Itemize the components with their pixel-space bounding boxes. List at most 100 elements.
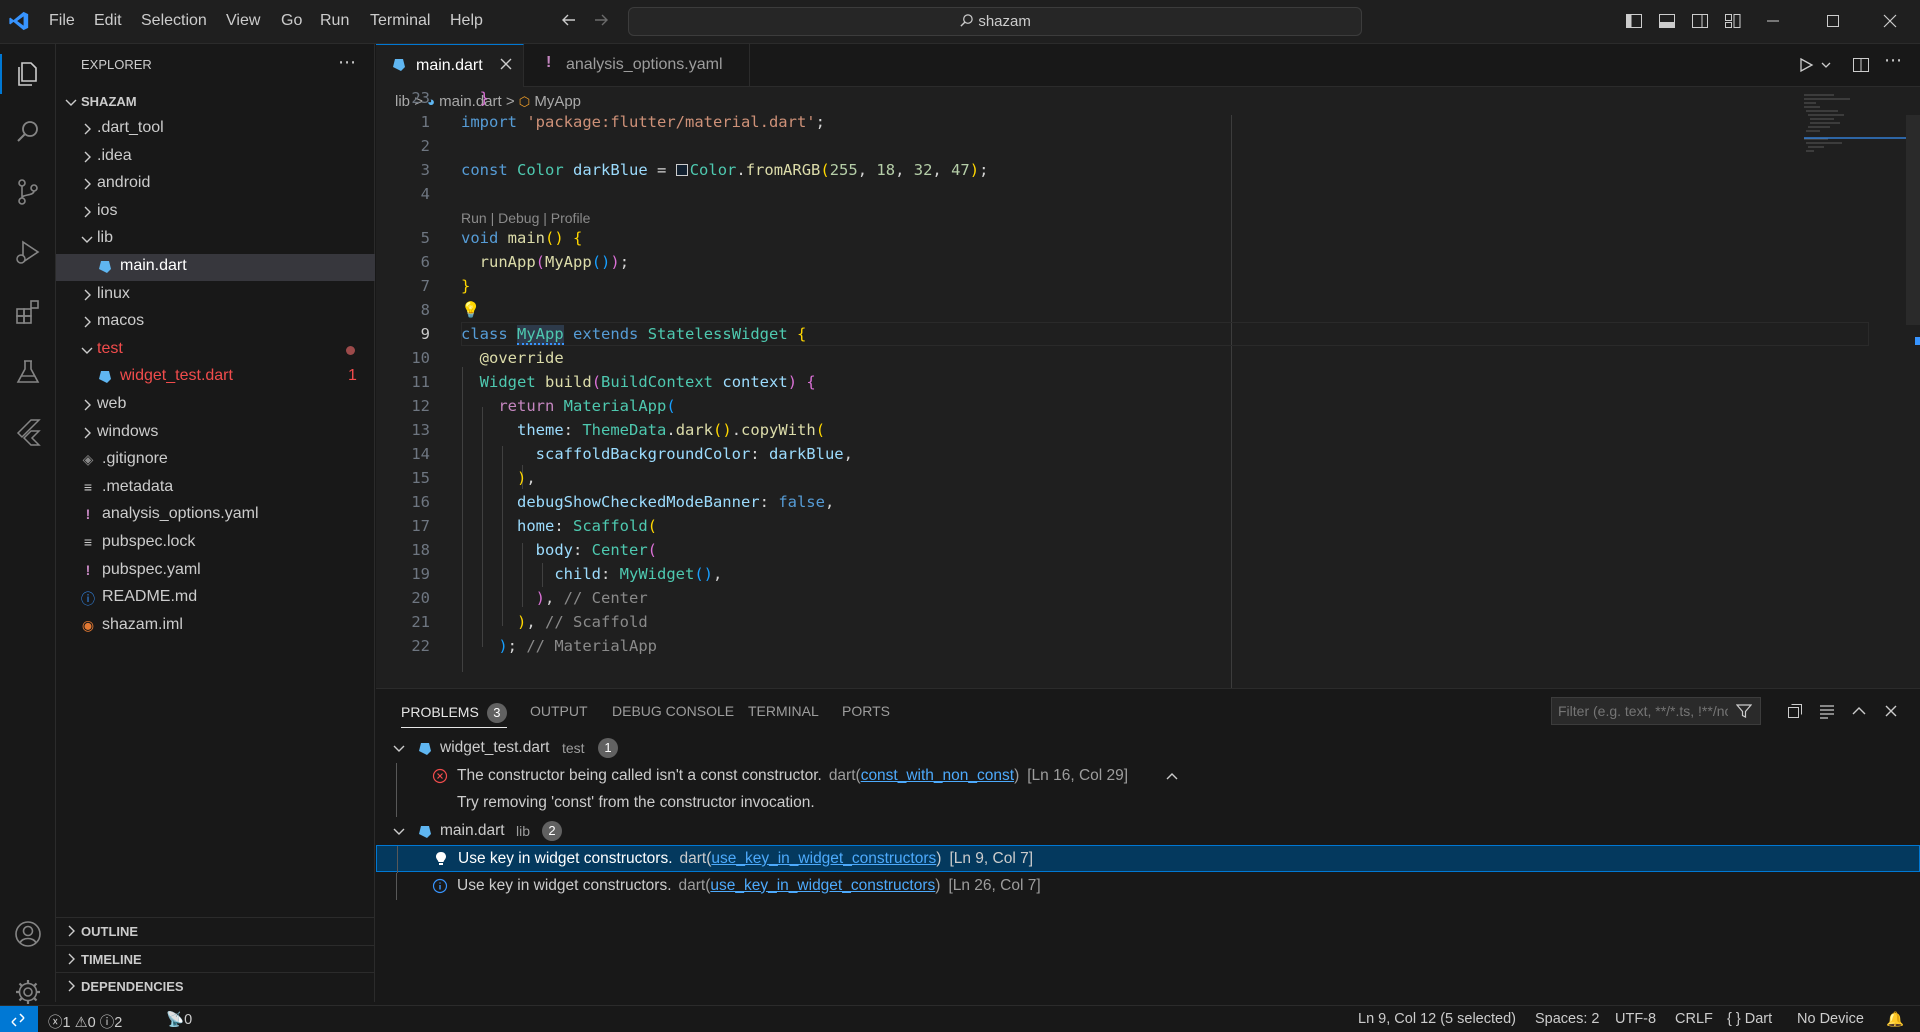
tree-item-shazam-iml[interactable]: ◉ shazam.iml (56, 613, 375, 640)
language-mode[interactable]: { } Dart (1727, 1011, 1772, 1027)
device-selector[interactable]: No Device (1797, 1011, 1864, 1027)
tree-item-pubspec-lock[interactable]: ≡ pubspec.lock (56, 530, 375, 557)
problem-rule-link[interactable]: use_key_in_widget_constructors (711, 850, 936, 867)
testing-flask-icon[interactable] (8, 352, 48, 392)
collapse-all-icon[interactable] (1786, 702, 1804, 720)
line-ending[interactable]: CRLF (1675, 1011, 1713, 1027)
code-line[interactable]: 23 } (376, 87, 1906, 111)
maximize-panel-chevron-up-icon[interactable] (1850, 702, 1868, 720)
code-line[interactable]: 17 home: Scaffold( (376, 515, 1906, 539)
code-line[interactable]: 7} (376, 275, 1906, 299)
source-control-icon[interactable] (8, 172, 48, 212)
vscode-logo-icon[interactable] (8, 10, 30, 32)
search-view-icon[interactable] (8, 112, 48, 152)
tree-item--dart-tool[interactable]: .dart_tool (56, 116, 375, 143)
flutter-icon[interactable] (8, 412, 48, 452)
forward-arrow-icon[interactable] (592, 11, 610, 29)
section-timeline[interactable]: TIMELINE (56, 944, 375, 972)
problem-rule-link[interactable]: const_with_non_const (861, 767, 1014, 784)
menu-terminal[interactable]: Terminal (370, 12, 430, 30)
code-line[interactable]: 2 (376, 135, 1906, 159)
problem-file-group[interactable]: widget_test.dart test 1 (376, 735, 1920, 762)
cursor-position[interactable]: Ln 9, Col 12 (5 selected) (1358, 1011, 1516, 1027)
menu-file[interactable]: File (49, 12, 75, 30)
tree-item--metadata[interactable]: ≡ .metadata (56, 475, 375, 502)
tree-item-lib[interactable]: lib (56, 226, 375, 253)
code-line[interactable]: 20 ), // Center (376, 587, 1906, 611)
tree-item--gitignore[interactable]: ◈ .gitignore (56, 447, 375, 474)
menu-help[interactable]: Help (450, 12, 483, 30)
tree-item--idea[interactable]: .idea (56, 144, 375, 171)
code-line[interactable]: 12 return MaterialApp( (376, 395, 1906, 419)
encoding[interactable]: UTF-8 (1615, 1011, 1656, 1027)
code-line[interactable]: 11 Widget build(BuildContext context) { (376, 371, 1906, 395)
filter-text-field[interactable] (1558, 702, 1728, 720)
tab-main-dart[interactable]: main.dart (376, 44, 524, 87)
tree-item-ios[interactable]: ios (56, 199, 375, 226)
tree-item-linux[interactable]: linux (56, 282, 375, 309)
tree-item-widget-test-dart[interactable]: widget_test.dart 1 (56, 364, 375, 391)
menu-run[interactable]: Run (320, 12, 349, 30)
panel-tab-problems[interactable]: PROBLEMS 3 (401, 703, 507, 728)
code-line[interactable]: 4 (376, 183, 1906, 207)
workspace-root[interactable]: SHAZAM (56, 89, 375, 116)
tree-item-android[interactable]: android (56, 171, 375, 198)
menu-view[interactable]: View (226, 12, 260, 30)
problems-summary[interactable]: ⓧ1 ⚠0 ⓘ2 (48, 1011, 122, 1032)
tree-item-macos[interactable]: macos (56, 309, 375, 336)
menu-edit[interactable]: Edit (94, 12, 122, 30)
scrollbar-thumb[interactable] (1906, 115, 1920, 325)
close-window-icon[interactable] (1881, 12, 1899, 30)
tree-item-test[interactable]: test (56, 337, 375, 364)
panel-tab-terminal[interactable]: TERMINAL (748, 703, 819, 719)
remote-indicator[interactable] (0, 1006, 38, 1032)
code-line[interactable]: 14 scaffoldBackgroundColor: darkBlue, (376, 443, 1906, 467)
view-as-list-icon[interactable] (1818, 702, 1836, 720)
editor-more-actions-icon[interactable]: ⋯ (1884, 50, 1902, 71)
problem-file-group[interactable]: main.dart lib 2 (376, 818, 1920, 845)
tree-item-main-dart[interactable]: main.dart (56, 254, 375, 281)
problem-item[interactable]: The constructor being called isn't a con… (376, 762, 1920, 790)
code-line[interactable]: 19 child: MyWidget(), (376, 563, 1906, 587)
accounts-icon[interactable] (8, 914, 48, 954)
code-line[interactable]: 15 ), (376, 467, 1906, 491)
section-dependencies[interactable]: DEPENDENCIES (56, 972, 375, 999)
code-line[interactable]: 3 const Color darkBlue = Color.fromARGB(2… (376, 159, 1906, 183)
problem-item[interactable]: Use key in widget constructors. dart(use_… (376, 872, 1920, 900)
command-center-search[interactable]: shazam (628, 7, 1362, 36)
tree-item-windows[interactable]: windows (56, 420, 375, 447)
close-panel-icon[interactable] (1882, 702, 1900, 720)
filter-funnel-icon[interactable] (1736, 703, 1752, 719)
explorer-icon[interactable] (8, 54, 48, 94)
toggle-primary-sidebar-icon[interactable] (1625, 12, 1643, 30)
panel-tab-debug-console[interactable]: DEBUG CONSOLE (612, 703, 734, 719)
panel-tab-output[interactable]: OUTPUT (530, 703, 588, 719)
ports-indicator[interactable]: 📡0 (166, 1011, 192, 1028)
panel-tab-ports[interactable]: PORTS (842, 703, 890, 719)
color-swatch[interactable] (675, 164, 688, 176)
section-outline[interactable]: OUTLINE (56, 917, 375, 944)
code-line[interactable]: 16 debugShowCheckedModeBanner: false, (376, 491, 1906, 515)
more-actions-icon[interactable]: ⋯ (338, 52, 356, 73)
problems-filter-input[interactable] (1551, 697, 1761, 725)
tree-item-pubspec-yaml[interactable]: ! pubspec.yaml (56, 558, 375, 585)
run-debug-icon[interactable] (8, 232, 48, 272)
code-line[interactable]: 21 ), // Scaffold (376, 611, 1906, 635)
code-line[interactable]: 9 class MyApp extends StatelessWidget { (376, 323, 1906, 347)
tree-item-analysis-options-yaml[interactable]: ! analysis_options.yaml (56, 502, 375, 529)
code-line[interactable]: 10 @override (376, 347, 1906, 371)
split-editor-icon[interactable] (1852, 56, 1870, 74)
code-line[interactable]: 6 runApp(MyApp()); (376, 251, 1906, 275)
toggle-panel-icon[interactable] (1658, 12, 1676, 30)
tree-item-readme-md[interactable]: ⓘ README.md (56, 585, 375, 612)
customize-layout-icon[interactable] (1724, 12, 1742, 30)
tab-analysis-options[interactable]: ! analysis_options.yaml (524, 44, 750, 87)
code-line[interactable]: 13 theme: ThemeData.dark().copyWith( (376, 419, 1906, 443)
code-line[interactable]: Run | Debug | Profile (376, 207, 1906, 227)
problem-rule-link[interactable]: use_key_in_widget_constructors (710, 877, 935, 894)
notifications-bell-icon[interactable]: 🔔 (1886, 1011, 1904, 1028)
close-tab-icon[interactable] (498, 56, 514, 72)
chevron-up-icon[interactable] (1164, 768, 1180, 784)
maximize-icon[interactable] (1824, 12, 1842, 30)
code-editor[interactable]: lib > ◕ main.dart > ⬡ MyApp 1 import 'pac… (376, 87, 1920, 688)
